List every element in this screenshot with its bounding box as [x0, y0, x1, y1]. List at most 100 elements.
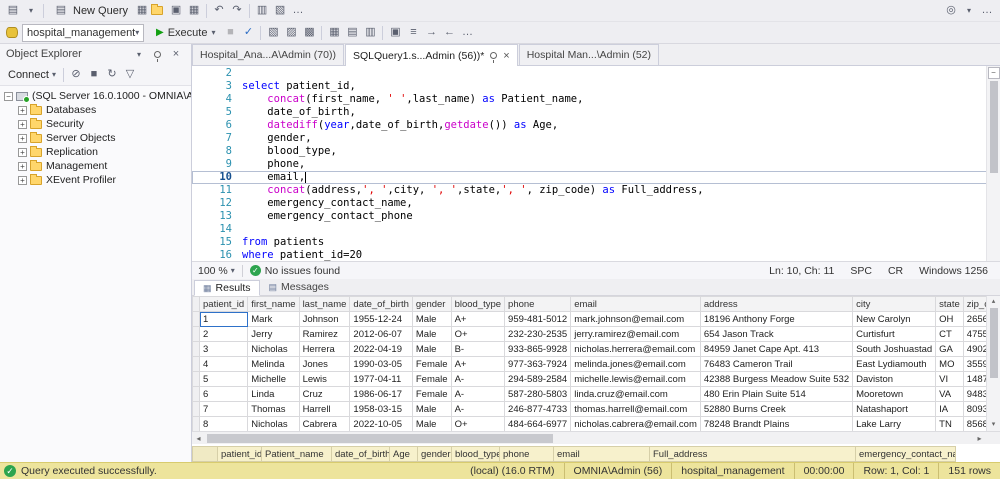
scroll-up-icon[interactable]: ▴ [992, 296, 996, 308]
grid-cell[interactable]: 977-363-7924 [505, 357, 571, 372]
connect-button[interactable]: Connect ▾ [4, 69, 60, 81]
tab-messages[interactable]: ▤ Messages [260, 279, 338, 295]
sql-editor[interactable]: 23select patient_id,4 concat(first_name,… [192, 66, 1000, 261]
column-header[interactable]: patient_id [200, 297, 248, 312]
grid-cell[interactable]: 76483 Cameron Trail [700, 357, 852, 372]
grid-cell[interactable]: Male [412, 327, 451, 342]
grid-cell[interactable]: 6 [200, 387, 248, 402]
column-header[interactable]: Full_address [650, 446, 856, 462]
grid-cell[interactable]: 294-589-2584 [505, 372, 571, 387]
scrollbar-thumb[interactable] [990, 308, 998, 378]
code-line[interactable]: 9 phone, [192, 158, 1000, 171]
activity-monitor-icon[interactable]: ▧ [271, 2, 289, 19]
tree-item[interactable]: +Databases [0, 103, 191, 117]
results-horizontal-scrollbar[interactable]: ◂ ▸ [192, 431, 1000, 444]
column-header[interactable]: gender [418, 446, 452, 462]
grid-cell[interactable]: 959-481-5012 [505, 312, 571, 327]
parse-query-icon[interactable]: ✓ [239, 24, 257, 41]
grid-cell[interactable]: 49021 [963, 342, 986, 357]
new-query-button[interactable]: ▤New Query [47, 1, 133, 21]
results-to-grid-icon[interactable]: ▦ [325, 24, 343, 41]
grid-cell[interactable]: jerry.ramirez@email.com [571, 327, 701, 342]
zoom-control[interactable]: 100 % ▾ [198, 265, 235, 277]
grid-cell[interactable]: 1977-04-11 [350, 372, 412, 387]
column-header[interactable]: city [853, 297, 936, 312]
grid-cell[interactable]: Mooretown [853, 387, 936, 402]
live-query-stats-icon[interactable]: ▩ [300, 24, 318, 41]
tree-item[interactable]: +Management [0, 159, 191, 173]
results-grid[interactable]: patient_idfirst_namelast_namedate_of_bir… [192, 296, 986, 431]
expander-icon[interactable]: + [18, 120, 27, 129]
grid-cell[interactable]: Curtisfurt [853, 327, 936, 342]
grid-cell[interactable]: 94830 [963, 387, 986, 402]
column-header[interactable]: blood_type [451, 297, 504, 312]
actual-plan-icon[interactable]: ▨ [282, 24, 300, 41]
grid-cell[interactable]: Mark [248, 312, 299, 327]
grid-cell[interactable]: New Carolyn [853, 312, 936, 327]
grid-cell[interactable]: A+ [451, 312, 504, 327]
grid-cell[interactable]: nicholas.herrera@email.com [571, 342, 701, 357]
grid-cell[interactable]: 42388 Burgess Meadow Suite 532 [700, 372, 852, 387]
grid-cell[interactable]: Daviston [853, 372, 936, 387]
grid-cell[interactable]: Johnson [299, 312, 350, 327]
grid-cell[interactable]: Male [412, 417, 451, 432]
grid-cell[interactable]: 484-664-6977 [505, 417, 571, 432]
grid-cell[interactable]: Linda [248, 387, 299, 402]
column-header[interactable]: email [571, 297, 701, 312]
grid-cell[interactable]: A+ [451, 357, 504, 372]
disconnect-icon[interactable]: ⊘ [67, 66, 85, 83]
column-header[interactable]: address [700, 297, 852, 312]
row-header[interactable] [193, 357, 200, 372]
code-line[interactable]: 8 blood_type, [192, 145, 1000, 158]
grid-cell[interactable]: 2022-04-19 [350, 342, 412, 357]
results-to-text-icon[interactable]: ▤ [343, 24, 361, 41]
grid-cell[interactable]: 2022-10-05 [350, 417, 412, 432]
code-line[interactable]: 7 gender, [192, 132, 1000, 145]
grid-cell[interactable]: 2 [200, 327, 248, 342]
grid-cell[interactable]: Michelle [248, 372, 299, 387]
column-header[interactable]: gender [412, 297, 451, 312]
grid-cell[interactable]: OH [936, 312, 964, 327]
scroll-down-icon[interactable]: ▾ [992, 419, 996, 431]
grid-cell[interactable]: 2012-06-07 [350, 327, 412, 342]
grid-cell[interactable]: Male [412, 342, 451, 357]
row-header[interactable] [193, 372, 200, 387]
code-line[interactable]: 15from patients [192, 236, 1000, 249]
code-line[interactable]: 16where patient_id=20 [192, 249, 1000, 261]
code-area[interactable]: 23select patient_id,4 concat(first_name,… [192, 66, 1000, 261]
grid-cell[interactable]: 84959 Janet Cape Apt. 413 [700, 342, 852, 357]
column-header[interactable]: Patient_name [262, 446, 332, 462]
grid-cell[interactable]: 1955-12-24 [350, 312, 412, 327]
grid-cell[interactable]: GA [936, 342, 964, 357]
grid-cell[interactable]: Female [412, 357, 451, 372]
document-tab[interactable]: SQLQuery1.s...Admin (56))*× [345, 44, 518, 66]
column-header[interactable]: Age [390, 446, 418, 462]
tree-item[interactable]: −(SQL Server 16.0.1000 - OMNIA\Admin) [0, 89, 191, 103]
expander-icon[interactable]: − [4, 92, 13, 101]
chevron-down-icon[interactable]: ▾ [130, 46, 148, 63]
results-to-file-icon[interactable]: ▥ [361, 24, 379, 41]
grid-cell[interactable]: melinda.jones@email.com [571, 357, 701, 372]
refresh-icon[interactable]: ↻ [103, 66, 121, 83]
grid-cell[interactable]: Jones [299, 357, 350, 372]
close-icon[interactable]: × [503, 51, 509, 61]
grid-cell[interactable]: 232-230-2535 [505, 327, 571, 342]
grid-cell[interactable]: 654 Jason Track [700, 327, 852, 342]
grid-cell[interactable]: 587-280-5803 [505, 387, 571, 402]
code-line[interactable]: 4 concat(first_name, ' ',last_name) as P… [192, 93, 1000, 106]
grid-cell[interactable]: 52880 Burns Creek [700, 402, 852, 417]
estimated-plan-icon[interactable]: ▧ [264, 24, 282, 41]
grid-cell[interactable]: 246-877-4733 [505, 402, 571, 417]
save-icon[interactable]: ▣ [167, 2, 185, 19]
new-file-icon[interactable]: ▤ [4, 2, 22, 19]
expander-icon[interactable]: + [18, 162, 27, 171]
column-header[interactable]: date_of_birth [350, 297, 412, 312]
overflow-icon[interactable]: … [458, 24, 476, 41]
grid-cell[interactable]: Nicholas [248, 417, 299, 432]
line-ending[interactable]: CR [888, 265, 903, 277]
grid-cell[interactable]: A- [451, 387, 504, 402]
code-line[interactable]: 3select patient_id, [192, 80, 1000, 93]
print-icon[interactable]: ▥ [253, 2, 271, 19]
grid-cell[interactable]: 26563 [963, 312, 986, 327]
row-header[interactable] [193, 327, 200, 342]
